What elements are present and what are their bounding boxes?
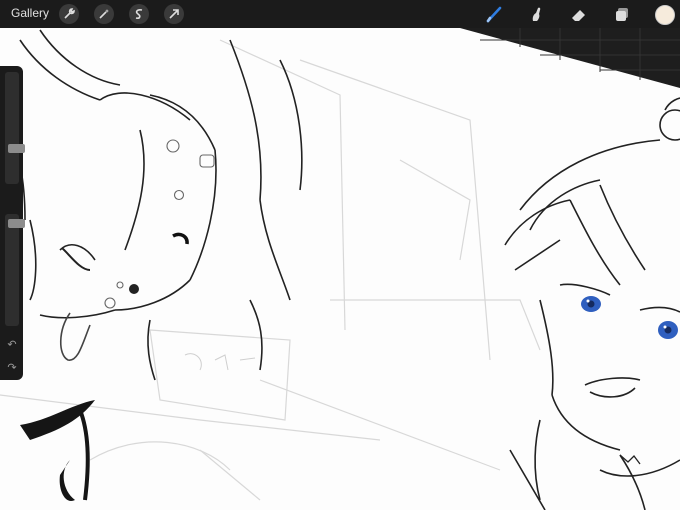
arrow-cursor-icon	[169, 9, 179, 19]
opacity-slider[interactable]	[5, 214, 25, 326]
magic-wand-icon	[99, 9, 109, 19]
redo-arrow-icon[interactable]: ↷	[5, 362, 19, 374]
layers-icon	[616, 8, 628, 21]
side-toolbar: ↶ ↷	[0, 66, 25, 380]
brush-size-thumb[interactable]	[8, 144, 25, 153]
transform-button[interactable]	[164, 4, 184, 24]
brush-size-slider[interactable]	[5, 72, 25, 184]
eraser-tool[interactable]	[568, 4, 590, 24]
selection-s-icon	[135, 9, 143, 19]
smudge-tool[interactable]	[525, 4, 547, 24]
artwork	[0, 28, 680, 510]
actions-button[interactable]	[59, 4, 79, 24]
drawing-canvas[interactable]	[0, 0, 680, 510]
brush-tool[interactable]	[483, 4, 505, 24]
layers-tool[interactable]	[611, 4, 633, 24]
undo-arrow-icon[interactable]: ↶	[5, 339, 19, 351]
smudge-icon	[532, 7, 541, 22]
selection-button[interactable]	[129, 4, 149, 24]
wrench-icon	[64, 8, 75, 19]
brush-icon	[486, 6, 502, 23]
eraser-icon	[572, 10, 585, 21]
adjustments-button[interactable]	[94, 4, 114, 24]
gallery-button[interactable]: Gallery	[11, 6, 49, 20]
top-toolbar: Gallery	[0, 0, 680, 28]
opacity-thumb[interactable]	[8, 219, 25, 228]
color-swatch[interactable]	[655, 5, 675, 25]
